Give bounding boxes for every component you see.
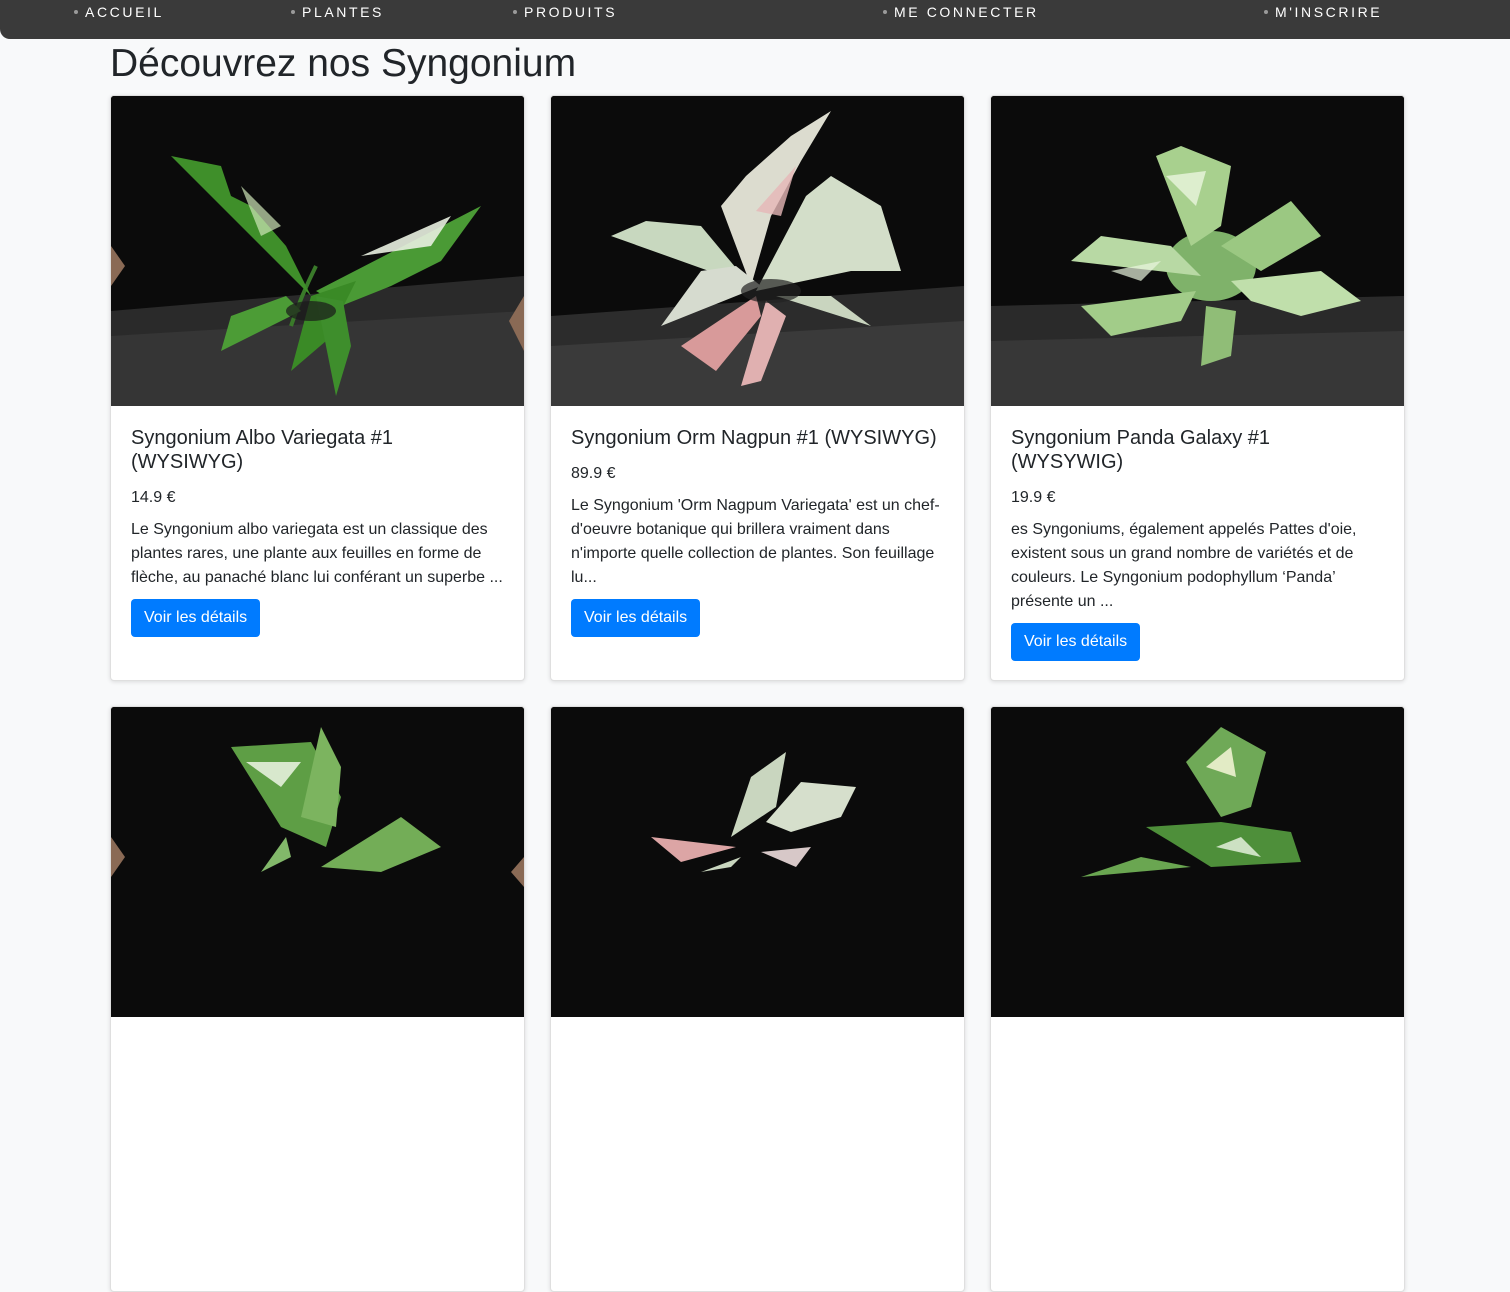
product-card (110, 706, 525, 1292)
product-title[interactable]: Syngonium Orm Nagpun #1 (WYSIWYG) (571, 426, 946, 450)
plant-photo-4[interactable] (111, 707, 524, 1017)
nav-plantes-label: PLANTES (302, 4, 384, 20)
product-price: 19.9 € (1011, 489, 1056, 506)
product-price: 14.9 € (131, 489, 176, 506)
nav-produits-label: PRODUITS (524, 4, 618, 20)
bullet-icon (74, 10, 78, 15)
product-title[interactable]: Syngonium Panda Galaxy #1 (WYSYWIG) (1011, 426, 1386, 474)
plant-photo-5[interactable] (551, 707, 964, 1017)
plant-photo-6[interactable] (991, 707, 1404, 1017)
nav-produits[interactable]: PRODUITS (513, 3, 617, 21)
bullet-icon (291, 10, 295, 15)
product-description: Le Syngonium 'Orm Nagpum Variegata' est … (571, 497, 940, 586)
nav-login-label: ME CONNECTER (894, 4, 1039, 20)
view-details-button[interactable]: Voir les détails (1011, 623, 1141, 661)
product-card: Syngonium Orm Nagpun #1 (WYSIWYG) 89.9 €… (550, 95, 965, 681)
nav-register[interactable]: M'INSCRIRE (1264, 3, 1382, 21)
product-card (550, 706, 965, 1292)
view-details-button[interactable]: Voir les détails (571, 599, 701, 637)
product-description: es Syngoniums, également appelés Pattes … (1011, 521, 1357, 610)
view-details-button[interactable]: Voir les détails (131, 599, 261, 637)
product-card (990, 706, 1405, 1292)
card-body: Syngonium Orm Nagpun #1 (WYSIWYG) 89.9 €… (571, 426, 946, 637)
card-body: Syngonium Albo Variegata #1 (WYSIWYG) 14… (131, 426, 506, 637)
product-price: 89.9 € (571, 465, 616, 482)
plant-photo-albo-variegata[interactable] (111, 96, 524, 406)
top-navbar: ACCUEIL PLANTES PRODUITS ME CONNECTER M'… (0, 0, 1510, 39)
product-card: Syngonium Albo Variegata #1 (WYSIWYG) 14… (110, 95, 525, 681)
bullet-icon (883, 10, 887, 15)
card-body: Syngonium Panda Galaxy #1 (WYSYWIG) 19.9… (1011, 426, 1386, 661)
nav-login[interactable]: ME CONNECTER (883, 3, 1039, 21)
bullet-icon (513, 10, 517, 15)
nav-register-label: M'INSCRIRE (1275, 4, 1383, 20)
plant-photo-panda-galaxy[interactable] (991, 96, 1404, 406)
nav-accueil-label: ACCUEIL (85, 4, 164, 20)
product-description: Le Syngonium albo variegata est un class… (131, 521, 503, 586)
nav-accueil[interactable]: ACCUEIL (74, 3, 164, 21)
page-title: Découvrez nos Syngonium (110, 42, 577, 85)
plant-photo-orm-nagpun[interactable] (551, 96, 964, 406)
bullet-icon (1264, 10, 1268, 15)
product-card: Syngonium Panda Galaxy #1 (WYSYWIG) 19.9… (990, 95, 1405, 681)
nav-plantes[interactable]: PLANTES (291, 3, 384, 21)
product-title[interactable]: Syngonium Albo Variegata #1 (WYSIWYG) (131, 426, 506, 474)
